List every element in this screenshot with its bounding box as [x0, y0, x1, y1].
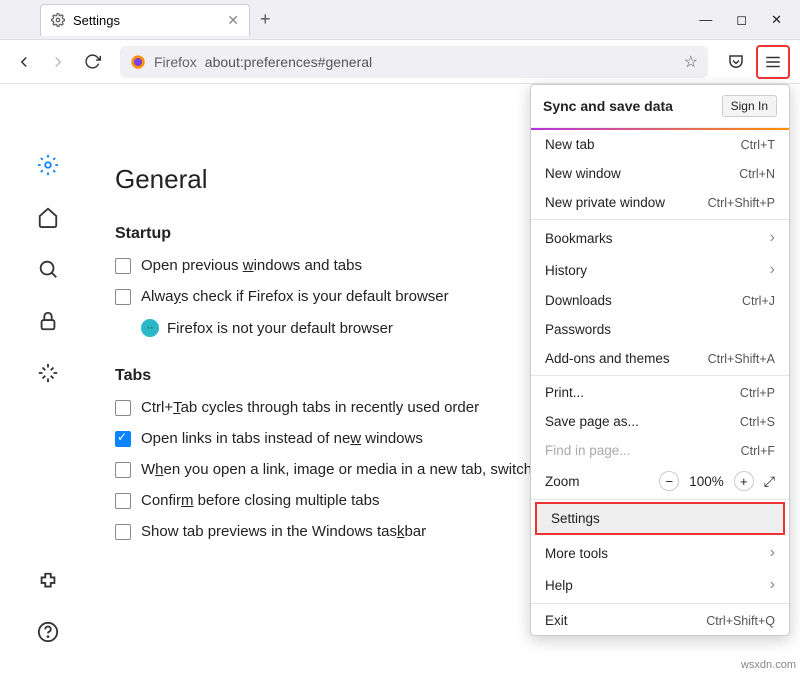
chevron-right-icon: › — [770, 261, 775, 279]
label-open-previous: Open previous windows and tabs — [141, 257, 362, 274]
menu-zoom: Zoom − 100% + ⤢ — [531, 465, 789, 497]
menu-find[interactable]: Find in page...Ctrl+F — [531, 436, 789, 465]
search-icon[interactable] — [37, 258, 59, 280]
watermark: wsxdn.com — [741, 659, 796, 671]
forward-button[interactable] — [44, 48, 72, 76]
label-always-check: Always check if Firefox is your default … — [141, 288, 449, 305]
checkbox-open-links[interactable] — [115, 431, 131, 447]
menu-addons[interactable]: Add-ons and themesCtrl+Shift+A — [531, 344, 789, 373]
general-gear-icon[interactable] — [37, 154, 59, 176]
menu-history[interactable]: History› — [531, 254, 789, 286]
bookmark-star-icon[interactable]: ☆ — [684, 52, 698, 72]
checkbox-always-check[interactable] — [115, 289, 131, 305]
toolbar: Firefox about:preferences#general ☆ — [0, 40, 800, 84]
app-menu: Sync and save data Sign In New tabCtrl+T… — [530, 84, 790, 636]
checkbox-confirm[interactable] — [115, 493, 131, 509]
chevron-right-icon: › — [770, 576, 775, 594]
menu-downloads[interactable]: DownloadsCtrl+J — [531, 286, 789, 315]
menu-passwords[interactable]: Passwords — [531, 315, 789, 344]
checkbox-when-open[interactable] — [115, 462, 131, 478]
checkbox-ctrl-tab[interactable] — [115, 400, 131, 416]
menu-settings[interactable]: Settings — [537, 504, 783, 533]
menu-exit[interactable]: ExitCtrl+Shift+Q — [531, 606, 789, 635]
hamburger-highlight — [756, 45, 790, 79]
label-ctrl-tab: Ctrl+Tab cycles through tabs in recently… — [141, 399, 479, 416]
back-button[interactable] — [10, 48, 38, 76]
checkbox-open-previous[interactable] — [115, 258, 131, 274]
label-previews: Show tab previews in the Windows taskbar — [141, 523, 426, 540]
home-icon[interactable] — [37, 206, 59, 228]
fullscreen-icon[interactable]: ⤢ — [764, 473, 775, 490]
menu-new-window[interactable]: New windowCtrl+N — [531, 159, 789, 188]
firefox-icon — [130, 54, 146, 70]
gear-icon — [51, 13, 65, 27]
menu-sync-header: Sync and save data Sign In — [531, 85, 789, 128]
chevron-right-icon: › — [770, 544, 775, 562]
sync-icon[interactable] — [37, 362, 59, 384]
sidebar — [0, 84, 95, 673]
url-address: about:preferences#general — [205, 54, 372, 70]
menu-save-as[interactable]: Save page as...Ctrl+S — [531, 407, 789, 436]
menu-new-private[interactable]: New private windowCtrl+Shift+P — [531, 188, 789, 217]
close-window-icon[interactable]: ✕ — [771, 12, 782, 28]
hamburger-menu-button[interactable] — [759, 48, 787, 76]
menu-more-tools[interactable]: More tools› — [531, 537, 789, 569]
settings-highlight: Settings — [535, 502, 785, 535]
titlebar: Settings ✕ + — ◻ ✕ — [0, 0, 800, 40]
menu-print[interactable]: Print...Ctrl+P — [531, 378, 789, 407]
url-bar[interactable]: Firefox about:preferences#general ☆ — [120, 46, 708, 78]
lock-icon[interactable] — [37, 310, 59, 332]
checkbox-previews[interactable] — [115, 524, 131, 540]
tab-title: Settings — [73, 13, 120, 28]
menu-bookmarks[interactable]: Bookmarks› — [531, 222, 789, 254]
menu-help[interactable]: Help› — [531, 569, 789, 601]
zoom-out-button[interactable]: − — [659, 471, 679, 491]
sad-face-icon: ·· — [141, 319, 159, 337]
browser-tab[interactable]: Settings ✕ — [40, 4, 250, 36]
label-confirm: Confirm before closing multiple tabs — [141, 492, 379, 509]
extension-icon[interactable] — [37, 571, 59, 593]
help-icon[interactable] — [37, 621, 59, 643]
pocket-icon[interactable] — [722, 48, 750, 76]
url-prefix: Firefox — [154, 54, 197, 70]
label-open-links: Open links in tabs instead of new window… — [141, 430, 423, 447]
close-tab-icon[interactable]: ✕ — [227, 12, 239, 29]
label-when-open: When you open a link, image or media in … — [141, 461, 540, 478]
chevron-right-icon: › — [770, 229, 775, 247]
reload-button[interactable] — [78, 48, 106, 76]
sign-in-button[interactable]: Sign In — [722, 95, 777, 117]
zoom-in-button[interactable]: + — [734, 471, 754, 491]
maximize-icon[interactable]: ◻ — [736, 12, 747, 28]
minimize-icon[interactable]: — — [699, 12, 712, 28]
zoom-value: 100% — [689, 474, 724, 489]
menu-new-tab[interactable]: New tabCtrl+T — [531, 130, 789, 159]
new-tab-button[interactable]: + — [260, 9, 271, 30]
